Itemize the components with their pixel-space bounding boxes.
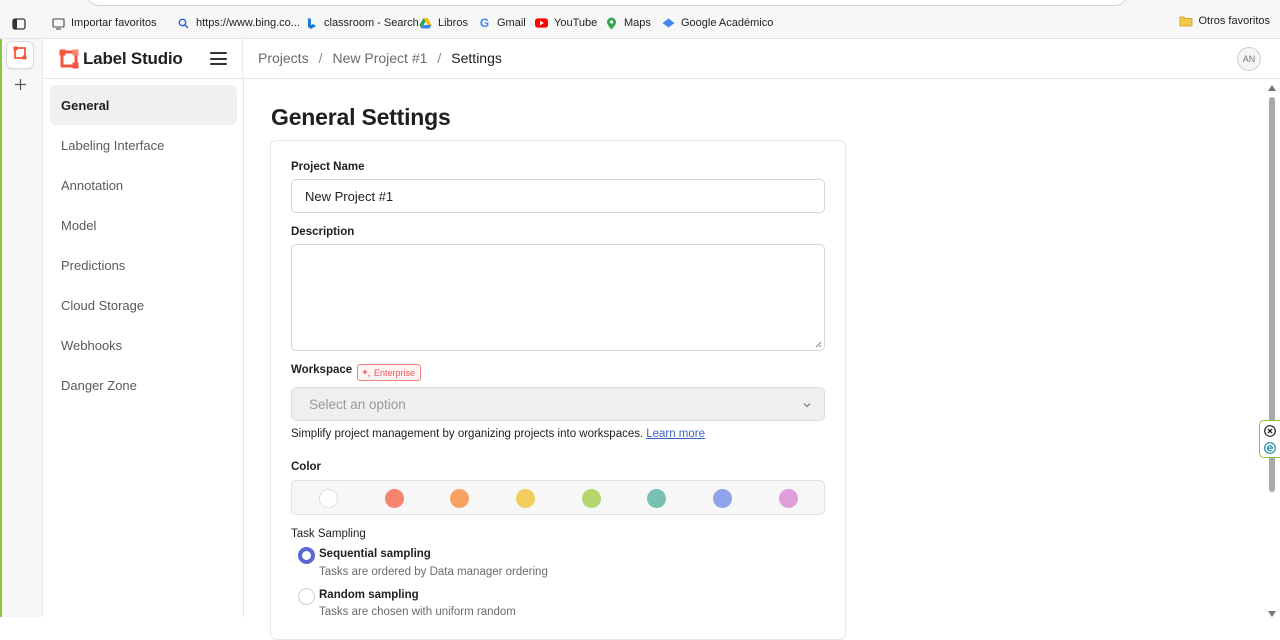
- fav-import[interactable]: Importar favoritos: [52, 15, 157, 31]
- nav-item-labeling-interface[interactable]: Labeling Interface: [50, 125, 237, 165]
- nav-item-general[interactable]: General: [50, 85, 237, 125]
- extension-side-tabs: [1259, 420, 1280, 458]
- youtube-icon: [535, 17, 548, 30]
- color-picker: [291, 480, 825, 515]
- fav-label: Libros: [438, 17, 468, 29]
- label-studio-logo-icon: [13, 46, 27, 65]
- menu-icon[interactable]: [210, 52, 227, 65]
- chevron-down-icon: [803, 403, 811, 408]
- color-swatch-blue[interactable]: [713, 489, 732, 508]
- sequential-sampling-desc: Tasks are ordered by Data manager orderi…: [319, 566, 548, 578]
- maps-pin-icon: [605, 17, 618, 30]
- edge-extension-icon[interactable]: [1264, 442, 1276, 454]
- label-studio-tab[interactable]: [6, 41, 34, 69]
- app-name: Label Studio: [83, 49, 183, 68]
- browser-sidebar: [0, 39, 43, 617]
- nav-item-model[interactable]: Model: [50, 205, 237, 245]
- settings-nav: General Labeling Interface Annotation Mo…: [43, 79, 244, 617]
- google-icon: G: [479, 16, 490, 30]
- color-swatch-green[interactable]: [582, 489, 601, 508]
- add-tab-button[interactable]: [6, 73, 34, 101]
- color-swatch-orange[interactable]: [450, 489, 469, 508]
- fav-scholar[interactable]: Google Académico: [662, 15, 773, 31]
- nav-item-predictions[interactable]: Predictions: [50, 245, 237, 285]
- random-sampling-radio[interactable]: [298, 588, 315, 605]
- plus-icon: [14, 78, 27, 96]
- nav-item-danger-zone[interactable]: Danger Zone: [50, 365, 237, 405]
- fav-maps[interactable]: Maps: [605, 15, 651, 31]
- breadcrumb: Projects / New Project #1 / Settings: [258, 50, 502, 66]
- import-icon: [52, 17, 65, 30]
- workspace-label: Workspace: [291, 364, 353, 376]
- description-label: Description: [291, 226, 355, 238]
- color-swatch-teal[interactable]: [647, 489, 666, 508]
- other-favorites-label: Otros favoritos: [1198, 15, 1270, 27]
- fav-label: https://www.bing.co...: [196, 17, 300, 29]
- workspace-select-value: Select an option: [309, 396, 406, 412]
- address-bar[interactable]: [86, 0, 1128, 6]
- fav-libros[interactable]: Libros: [419, 15, 468, 31]
- fav-label: YouTube: [554, 17, 598, 29]
- sparkle-icon: [361, 368, 371, 378]
- fav-label: classroom - Search: [324, 17, 419, 29]
- breadcrumb-project[interactable]: New Project #1: [332, 50, 427, 66]
- scroll-down-icon[interactable]: [1268, 611, 1276, 617]
- nav-item-webhooks[interactable]: Webhooks: [50, 325, 237, 365]
- project-name-input[interactable]: New Project #1: [291, 179, 825, 213]
- workspace-select[interactable]: Select an option: [291, 387, 825, 421]
- fav-youtube[interactable]: YouTube: [535, 15, 597, 31]
- color-swatch-red[interactable]: [385, 489, 404, 508]
- nav-item-cloud-storage[interactable]: Cloud Storage: [50, 285, 237, 325]
- resize-grip-icon[interactable]: [815, 341, 822, 348]
- color-label: Color: [291, 461, 322, 473]
- page-scrollbar[interactable]: [1264, 79, 1280, 617]
- fav-gmail[interactable]: G Gmail: [478, 15, 526, 31]
- random-sampling-desc: Tasks are chosen with uniform random: [319, 606, 516, 618]
- fav-label: Importar favoritos: [71, 17, 157, 29]
- enterprise-badge-label: Enterprise: [374, 367, 416, 378]
- folder-icon: [1179, 15, 1193, 27]
- google-drive-icon: [419, 17, 432, 30]
- favorites-bar: Importar favoritos https://www.bing.co..…: [0, 0, 1280, 39]
- breadcrumb-projects[interactable]: Projects: [258, 50, 309, 66]
- label-studio-logo-icon: [59, 49, 79, 69]
- fav-label: Maps: [624, 17, 651, 29]
- sequential-sampling-title: Sequential sampling: [319, 548, 431, 560]
- app-logo[interactable]: Label Studio: [59, 49, 183, 69]
- nav-item-annotation[interactable]: Annotation: [50, 165, 237, 205]
- breadcrumb-settings: Settings: [451, 50, 502, 66]
- fav-bing-url[interactable]: https://www.bing.co...: [177, 15, 300, 31]
- sequential-sampling-radio[interactable]: [298, 547, 315, 564]
- bing-icon: [305, 17, 318, 30]
- learn-more-link[interactable]: Learn more: [646, 428, 705, 440]
- fav-label: Google Académico: [681, 17, 774, 29]
- fav-label: Gmail: [497, 17, 526, 29]
- random-sampling-title: Random sampling: [319, 589, 419, 601]
- color-swatch-purple[interactable]: [779, 489, 798, 508]
- breadcrumb-separator: /: [437, 50, 442, 66]
- other-favorites[interactable]: Otros favoritos: [1179, 15, 1270, 27]
- close-circle-icon[interactable]: [1264, 425, 1276, 437]
- workspace-helper-text: Simplify project management by organizin…: [291, 428, 644, 440]
- breadcrumb-separator: /: [318, 50, 323, 66]
- sidebar-edge: [0, 39, 2, 617]
- search-icon: [177, 17, 190, 30]
- project-name-label: Project Name: [291, 161, 365, 173]
- task-sampling-label: Task Sampling: [291, 528, 366, 540]
- app-header: Label Studio Projects / New Project #1 /…: [43, 39, 1280, 79]
- page-title: General Settings: [271, 104, 451, 130]
- scroll-up-icon[interactable]: [1268, 85, 1276, 91]
- description-textarea[interactable]: [291, 244, 825, 351]
- avatar[interactable]: AN: [1237, 47, 1261, 71]
- scholar-icon: [662, 17, 675, 30]
- header-divider: [242, 39, 243, 79]
- tab-actions-icon[interactable]: [12, 17, 26, 31]
- color-swatch-white[interactable]: [319, 489, 338, 508]
- fav-classroom[interactable]: classroom - Search: [305, 15, 419, 31]
- color-swatch-yellow[interactable]: [516, 489, 535, 508]
- workspace-helper: Simplify project management by organizin…: [291, 428, 705, 440]
- enterprise-badge: Enterprise: [357, 364, 422, 381]
